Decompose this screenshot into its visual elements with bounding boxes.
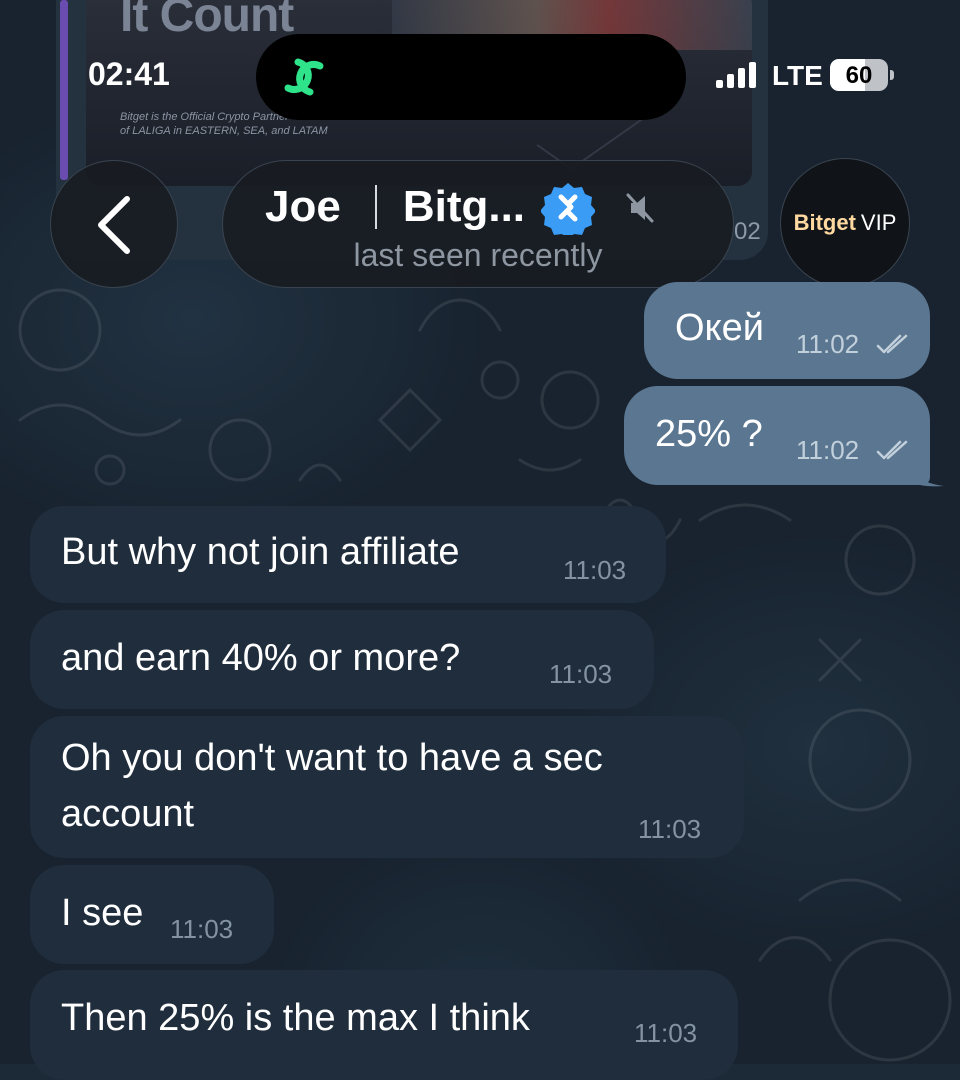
incoming-message[interactable]: and earn 40% or more? 11:03 [30, 610, 654, 709]
cellular-signal-icon [716, 62, 760, 88]
message-time: 11:03 [549, 659, 613, 689]
battery-level: 60 [845, 62, 873, 89]
incoming-message[interactable]: I see 11:03 [30, 865, 274, 964]
avatar-brand-text: Bitget [793, 210, 856, 235]
promo-subline-2: of LALIGA in EASTERN, SEA, and LATAM [120, 125, 328, 137]
message-time: 11:02 [796, 329, 860, 359]
bubble-tail [906, 456, 944, 487]
incoming-message[interactable]: Oh you don't want to have a sec account … [30, 716, 744, 858]
message-text-line-1: Oh you don't want to have a sec [61, 737, 603, 779]
network-type: LTE [772, 60, 823, 91]
contact-avatar[interactable]: Bitget VIP [780, 158, 910, 288]
promo-headline: It Count [120, 0, 294, 42]
promo-accent-bar [60, 0, 68, 180]
read-checkmarks-icon [876, 334, 908, 354]
message-time: 11:03 [170, 914, 234, 944]
dynamic-island[interactable] [256, 34, 686, 120]
media-message-time: 02 [734, 218, 761, 245]
link-rings-icon [284, 58, 324, 96]
read-checkmarks-icon [876, 440, 908, 460]
status-bar-time: 02:41 [88, 56, 170, 92]
outgoing-message[interactable]: Окей 11:02 [644, 282, 930, 379]
message-time: 11:03 [638, 814, 702, 844]
chat-title-pill[interactable]: Joe Bitg... last seen recently [222, 160, 734, 288]
contact-last-seen: last seen recently [353, 237, 603, 273]
message-text: But why not join affiliate [61, 531, 460, 573]
message-time: 11:02 [796, 435, 860, 465]
message-text: I see [61, 892, 144, 934]
battery-terminal [890, 70, 894, 80]
avatar-vip-text: VIP [860, 210, 897, 235]
back-button[interactable] [50, 160, 178, 288]
contact-name: Joe [265, 182, 341, 231]
message-text: Then 25% is the max I think [61, 997, 530, 1039]
verified-badge-icon [541, 183, 596, 235]
contact-company: Bitg... [402, 182, 526, 231]
message-text-line-2: account [61, 793, 195, 835]
battery-icon: 60 [830, 59, 888, 91]
muted-speaker-icon [626, 193, 654, 223]
message-text: 25% ? [655, 413, 763, 455]
incoming-message[interactable]: But why not join affiliate 11:03 [30, 506, 666, 603]
chevron-left-icon [98, 196, 130, 254]
message-text: Окей [675, 307, 764, 349]
message-time: 11:03 [634, 1018, 698, 1048]
title-separator [374, 185, 377, 229]
chat-title: Joe Bitg... [265, 179, 657, 235]
message-time: 11:03 [563, 555, 627, 585]
message-text: and earn 40% or more? [61, 637, 461, 679]
outgoing-message[interactable]: 25% ? 11:02 [624, 386, 930, 485]
